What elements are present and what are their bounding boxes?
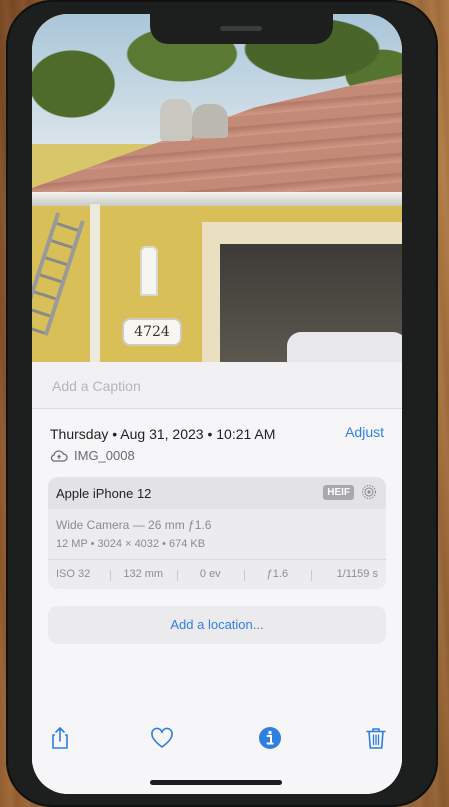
image-specs: 12 MP • 3024 × 4032 • 674 KB xyxy=(56,538,206,550)
add-location-button[interactable]: Add a location... xyxy=(48,606,386,644)
photo-roofer xyxy=(192,104,228,138)
exif-aperture: ƒ1.6 xyxy=(243,568,311,581)
exif-shutter: 1/1159 s xyxy=(310,568,386,581)
heart-icon xyxy=(151,727,173,748)
delete-button[interactable] xyxy=(362,724,390,752)
device-name: Apple iPhone 12 xyxy=(56,486,152,501)
house-number-plaque: 4724 xyxy=(122,318,182,346)
share-button[interactable] xyxy=(46,724,74,752)
live-photo-icon[interactable] xyxy=(361,484,377,500)
photo-viewer[interactable]: 4724 xyxy=(32,14,402,362)
cloud-icon xyxy=(50,449,68,462)
notch xyxy=(150,14,333,44)
photo-downspout xyxy=(90,204,100,362)
photo-roofer xyxy=(160,99,192,141)
photo-wall-lamp xyxy=(140,246,158,296)
phone-frame: 4724 Add a Caption Thursday • Aug 31, 20… xyxy=(6,0,438,807)
file-row: IMG_0008 xyxy=(50,448,135,463)
exif-exposure: 0 ev xyxy=(176,568,244,581)
photo-gutter xyxy=(32,192,402,206)
share-icon xyxy=(52,727,68,749)
earpiece-speaker xyxy=(220,26,262,31)
info-icon xyxy=(259,727,281,749)
adjust-button[interactable]: Adjust xyxy=(345,424,384,440)
caption-placeholder[interactable]: Add a Caption xyxy=(52,378,141,394)
card-separator xyxy=(48,559,386,560)
lens-info: Wide Camera — 26 mm ƒ1.6 xyxy=(56,518,212,532)
filename: IMG_0008 xyxy=(74,448,135,463)
home-indicator[interactable] xyxy=(150,780,282,785)
favorite-button[interactable] xyxy=(148,724,176,752)
phone-screen: 4724 Add a Caption Thursday • Aug 31, 20… xyxy=(32,14,402,794)
photo-car xyxy=(287,332,402,362)
exif-iso: ISO 32 xyxy=(56,568,91,580)
exif-focal-length: 132 mm xyxy=(109,568,177,581)
exif-row: ISO 32 132 mm 0 ev ƒ1.6 1/1159 s xyxy=(48,563,386,585)
info-button[interactable] xyxy=(256,724,284,752)
capture-date-time: Thursday • Aug 31, 2023 • 10:21 AM xyxy=(50,426,276,442)
format-badge: HEIF xyxy=(323,485,354,500)
trash-icon xyxy=(366,728,386,749)
camera-metadata-card: Apple iPhone 12 HEIF Wide Camera — 26 mm… xyxy=(48,477,386,589)
